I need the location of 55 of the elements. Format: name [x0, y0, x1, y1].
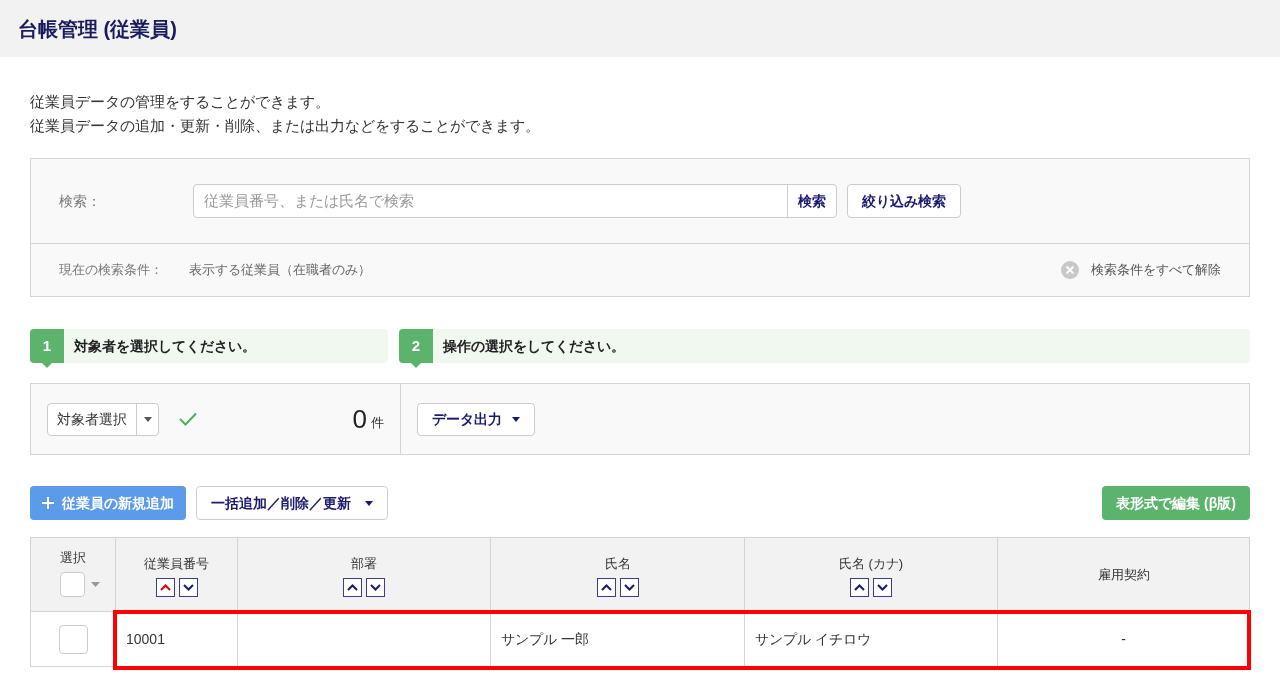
- conditions-label: 現在の検索条件：: [59, 261, 164, 280]
- step-pointer-icon: [411, 363, 421, 368]
- sort-descending-button[interactable]: [366, 577, 385, 597]
- table-cell-text: サンプル イチロウ: [755, 629, 871, 649]
- data-output-button[interactable]: データ出力: [417, 402, 535, 436]
- step-pointer-icon: [42, 363, 52, 368]
- sort-descending-button[interactable]: [873, 577, 892, 597]
- chevron-up-icon: [347, 583, 358, 591]
- selected-count: 0: [352, 402, 367, 436]
- row-checkbox[interactable]: [58, 624, 88, 654]
- chevron-down-icon: [877, 583, 888, 591]
- select-header: 選択: [60, 549, 86, 567]
- table-cell-text: サンプル 一郎: [501, 629, 589, 649]
- page-title: 台帳管理 (従業員): [18, 16, 177, 42]
- step-text: 対象者を選択してください。: [74, 336, 256, 356]
- step-text: 操作の選択をしてください。: [443, 336, 625, 356]
- caret-icon: [91, 581, 100, 587]
- caret-icon: [143, 416, 152, 422]
- chevron-up-icon: [159, 583, 171, 591]
- column-header: 従業員番号: [144, 555, 209, 573]
- column-header: 雇用契約: [1097, 565, 1150, 584]
- select-all-checkbox[interactable]: [60, 571, 85, 597]
- search-button[interactable]: 検索: [787, 185, 836, 217]
- table-cell-text: -: [1121, 629, 1126, 649]
- description-text: 従業員データの管理をすることができます。: [30, 92, 331, 112]
- caret-icon: [365, 500, 373, 506]
- table-cell-text: 10001: [126, 629, 165, 649]
- column-header: 氏名: [604, 555, 631, 573]
- search-label: 検索：: [59, 191, 102, 211]
- chevron-down-icon: [182, 583, 194, 591]
- target-select-dropdown[interactable]: 対象者選択: [47, 402, 159, 436]
- conditions-value: 表示する従業員（在職者のみ）: [189, 261, 371, 280]
- sort-ascending-button[interactable]: [155, 577, 175, 597]
- clear-conditions-button[interactable]: 検索条件をすべて解除: [1061, 260, 1221, 280]
- chevron-up-icon: [854, 583, 865, 591]
- sort-descending-button[interactable]: [619, 577, 639, 597]
- chevron-down-icon: [623, 583, 635, 591]
- search-field[interactable]: 従業員番号、または氏名で検索 検索: [193, 184, 837, 218]
- filter-search-button[interactable]: 絞り込み検索: [847, 184, 961, 218]
- plus-icon: [42, 497, 54, 509]
- chevron-up-icon: [600, 583, 612, 591]
- chevron-down-icon: [370, 583, 381, 591]
- column-header: 氏名 (カナ): [838, 555, 904, 573]
- description-text: 従業員データの追加・更新・削除、または出力などをすることができます。: [30, 116, 541, 136]
- caret-icon: [512, 416, 520, 422]
- count-unit: 件: [371, 414, 384, 433]
- sort-ascending-button[interactable]: [850, 577, 869, 597]
- step-number: 1: [30, 329, 64, 363]
- clear-icon: [1061, 261, 1079, 279]
- sort-descending-button[interactable]: [178, 577, 198, 597]
- bulk-edit-button[interactable]: 一括追加／削除／更新: [196, 486, 388, 520]
- column-header: 部署: [351, 555, 377, 573]
- sort-ascending-button[interactable]: [343, 577, 362, 597]
- step-number: 2: [399, 329, 433, 363]
- sort-ascending-button[interactable]: [596, 577, 616, 597]
